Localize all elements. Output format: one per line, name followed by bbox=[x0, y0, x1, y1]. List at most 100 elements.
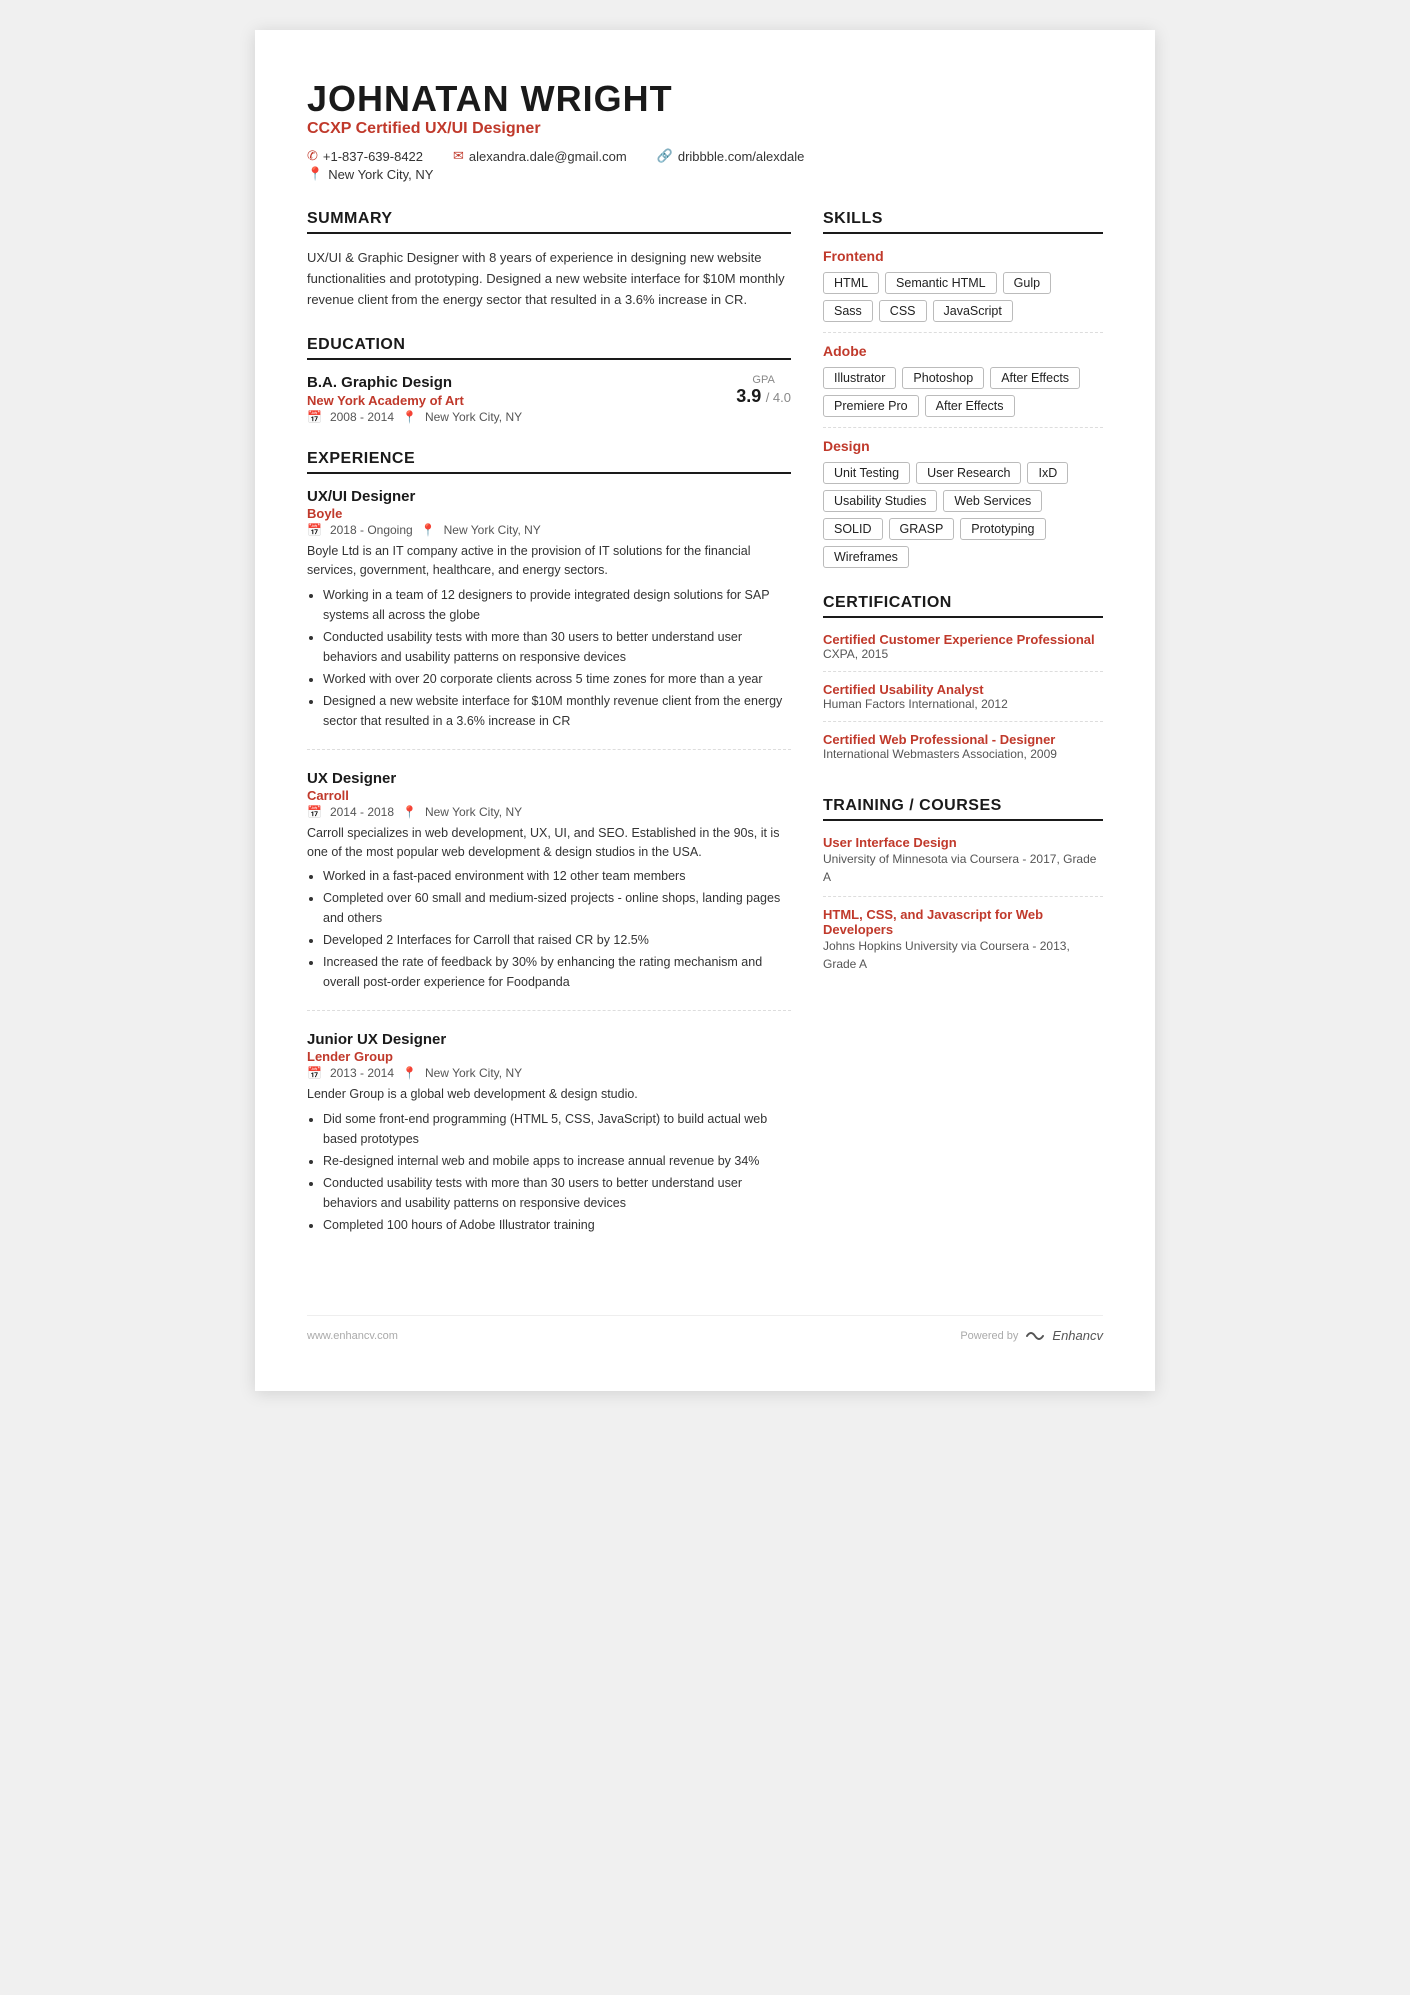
skill-category-name: Frontend bbox=[823, 248, 1103, 264]
exp-bullets: Working in a team of 12 designers to pro… bbox=[307, 585, 791, 731]
skill-tag: IxD bbox=[1027, 462, 1068, 484]
cert-block-0: Certified Customer Experience Profession… bbox=[823, 632, 1103, 672]
training-name: User Interface Design bbox=[823, 835, 1103, 850]
calendar-icon: 📅 bbox=[307, 410, 322, 424]
exp-years: 2018 - Ongoing bbox=[330, 523, 413, 537]
summary-text: UX/UI & Graphic Designer with 8 years of… bbox=[307, 248, 791, 310]
skill-tag: SOLID bbox=[823, 518, 883, 540]
edu-meta: 📅 2008 - 2014 📍 New York City, NY bbox=[307, 410, 522, 424]
exp-years: 2013 - 2014 bbox=[330, 1066, 394, 1080]
experience-section: EXPERIENCE UX/UI Designer Boyle 📅 2018 -… bbox=[307, 450, 791, 1253]
phone-contact: ✆ +1-837-639-8422 bbox=[307, 148, 423, 164]
exp-meta: 📅 2018 - Ongoing 📍 New York City, NY bbox=[307, 523, 791, 537]
phone-number: +1-837-639-8422 bbox=[323, 149, 423, 164]
cert-detail: International Webmasters Association, 20… bbox=[823, 747, 1103, 761]
skills-divider bbox=[823, 332, 1103, 333]
exp-block-0: UX/UI Designer Boyle 📅 2018 - Ongoing 📍 … bbox=[307, 488, 791, 750]
skills-tags: HTMLSemantic HTMLGulpSassCSSJavaScript bbox=[823, 272, 1103, 322]
exp-bullet: Conducted usability tests with more than… bbox=[323, 1173, 791, 1213]
exp-company: Lender Group bbox=[307, 1049, 791, 1064]
training-title: TRAINING / COURSES bbox=[823, 797, 1103, 821]
email-address: alexandra.dale@gmail.com bbox=[469, 149, 627, 164]
exp-bullet: Did some front-end programming (HTML 5, … bbox=[323, 1109, 791, 1149]
exp-cal-icon: 📅 bbox=[307, 523, 322, 537]
skill-tag: GRASP bbox=[889, 518, 955, 540]
exp-desc: Boyle Ltd is an IT company active in the… bbox=[307, 542, 791, 580]
location-text: New York City, NY bbox=[328, 167, 433, 182]
email-contact: ✉ alexandra.dale@gmail.com bbox=[453, 148, 627, 164]
enhancv-logo-icon bbox=[1024, 1329, 1046, 1343]
exp-bullet: Worked with over 20 corporate clients ac… bbox=[323, 669, 791, 689]
edu-location-icon: 📍 bbox=[402, 410, 417, 424]
location-icon: 📍 bbox=[307, 166, 323, 182]
gpa-outof: / 4.0 bbox=[766, 390, 791, 405]
edu-degree: B.A. Graphic Design bbox=[307, 374, 522, 391]
skill-tag: HTML bbox=[823, 272, 879, 294]
exp-desc: Lender Group is a global web development… bbox=[307, 1085, 791, 1104]
skill-tag: Semantic HTML bbox=[885, 272, 997, 294]
skill-category-name: Adobe bbox=[823, 343, 1103, 359]
exp-company: Boyle bbox=[307, 506, 791, 521]
skills-category-0: Frontend HTMLSemantic HTMLGulpSassCSSJav… bbox=[823, 248, 1103, 322]
email-icon: ✉ bbox=[453, 148, 464, 164]
education-block: B.A. Graphic Design New York Academy of … bbox=[307, 374, 791, 424]
exp-loc-icon: 📍 bbox=[402, 1066, 417, 1080]
experience-title: EXPERIENCE bbox=[307, 450, 791, 474]
exp-desc: Carroll specializes in web development, … bbox=[307, 824, 791, 862]
exp-loc-icon: 📍 bbox=[402, 805, 417, 819]
cert-block-1: Certified Usability Analyst Human Factor… bbox=[823, 682, 1103, 722]
exp-bullet: Designed a new website interface for $10… bbox=[323, 691, 791, 731]
skills-tags: IllustratorPhotoshopAfter EffectsPremier… bbox=[823, 367, 1103, 417]
exp-bullet: Completed 100 hours of Adobe Illustrator… bbox=[323, 1215, 791, 1235]
exp-bullets: Worked in a fast-paced environment with … bbox=[307, 866, 791, 992]
skill-category-name: Design bbox=[823, 438, 1103, 454]
skill-tag: After Effects bbox=[990, 367, 1080, 389]
training-detail: Johns Hopkins University via Coursera - … bbox=[823, 937, 1103, 973]
cert-name: Certified Web Professional - Designer bbox=[823, 732, 1103, 747]
exp-block-1: UX Designer Carroll 📅 2014 - 2018 📍 New … bbox=[307, 770, 791, 1012]
skills-tags: Unit TestingUser ResearchIxDUsability St… bbox=[823, 462, 1103, 568]
main-content: SUMMARY UX/UI & Graphic Designer with 8 … bbox=[307, 210, 1103, 1279]
exp-job-title: Junior UX Designer bbox=[307, 1031, 791, 1048]
location-contact: 📍 New York City, NY bbox=[307, 166, 433, 182]
link-icon: 🔗 bbox=[657, 148, 673, 164]
edu-location: New York City, NY bbox=[425, 410, 522, 424]
gpa-label: GPA bbox=[736, 374, 791, 386]
skill-tag: User Research bbox=[916, 462, 1021, 484]
exp-bullets: Did some front-end programming (HTML 5, … bbox=[307, 1109, 791, 1235]
exp-bullet: Working in a team of 12 designers to pro… bbox=[323, 585, 791, 625]
skills-title: SKILLS bbox=[823, 210, 1103, 234]
cert-detail: CXPA, 2015 bbox=[823, 647, 1103, 661]
skills-category-2: Design Unit TestingUser ResearchIxDUsabi… bbox=[823, 438, 1103, 568]
exp-bullet: Worked in a fast-paced environment with … bbox=[323, 866, 791, 886]
summary-section: SUMMARY UX/UI & Graphic Designer with 8 … bbox=[307, 210, 791, 310]
exp-meta: 📅 2014 - 2018 📍 New York City, NY bbox=[307, 805, 791, 819]
contact-row-2: 📍 New York City, NY bbox=[307, 166, 1103, 182]
certification-title: CERTIFICATION bbox=[823, 594, 1103, 618]
website-url: dribbble.com/alexdale bbox=[678, 149, 804, 164]
skill-tag: Photoshop bbox=[902, 367, 984, 389]
exp-job-title: UX/UI Designer bbox=[307, 488, 791, 505]
exp-location: New York City, NY bbox=[425, 805, 522, 819]
gpa-value: 3.9 bbox=[736, 386, 761, 406]
training-block-1: HTML, CSS, and Javascript for Web Develo… bbox=[823, 907, 1103, 983]
gpa-block: GPA 3.9 / 4.0 bbox=[736, 374, 791, 407]
skills-list: Frontend HTMLSemantic HTMLGulpSassCSSJav… bbox=[823, 248, 1103, 568]
skill-tag: Usability Studies bbox=[823, 490, 937, 512]
education-section: EDUCATION B.A. Graphic Design New York A… bbox=[307, 336, 791, 424]
header: JOHNATAN WRIGHT CCXP Certified UX/UI Des… bbox=[307, 78, 1103, 182]
exp-block-2: Junior UX Designer Lender Group 📅 2013 -… bbox=[307, 1031, 791, 1253]
skills-section: SKILLS Frontend HTMLSemantic HTMLGulpSas… bbox=[823, 210, 1103, 568]
exp-loc-icon: 📍 bbox=[421, 523, 436, 537]
skill-tag: Illustrator bbox=[823, 367, 896, 389]
cert-block-2: Certified Web Professional - Designer In… bbox=[823, 732, 1103, 771]
skill-tag: Gulp bbox=[1003, 272, 1051, 294]
cert-detail: Human Factors International, 2012 bbox=[823, 697, 1103, 711]
exp-bullet: Re-designed internal web and mobile apps… bbox=[323, 1151, 791, 1171]
contact-row-1: ✆ +1-837-639-8422 ✉ alexandra.dale@gmail… bbox=[307, 148, 1103, 164]
training-list: User Interface Design University of Minn… bbox=[823, 835, 1103, 983]
skills-divider bbox=[823, 427, 1103, 428]
footer-brand: Powered by Enhancv bbox=[960, 1328, 1103, 1343]
skills-category-1: Adobe IllustratorPhotoshopAfter EffectsP… bbox=[823, 343, 1103, 417]
exp-bullet: Completed over 60 small and medium-sized… bbox=[323, 888, 791, 928]
